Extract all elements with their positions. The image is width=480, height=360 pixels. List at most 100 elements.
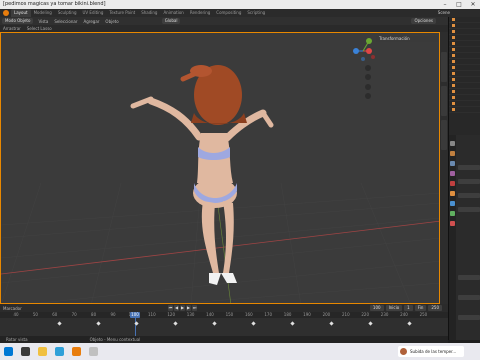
object-menu[interactable]: Objeto	[102, 19, 121, 24]
taskbar: Subida de las temper...	[0, 343, 480, 360]
status-bar: Rotar vista Objeto - Menu contextual	[0, 336, 448, 343]
property-field[interactable]	[458, 295, 480, 300]
x-axis-line	[1, 220, 439, 275]
tab-sculpting[interactable]: Sculpting	[55, 9, 80, 17]
data-icon[interactable]	[450, 211, 455, 216]
frame-tick-label: 200	[322, 312, 331, 317]
playhead-label[interactable]: 100	[130, 312, 140, 318]
orientation-dropdown[interactable]: Global	[161, 18, 181, 24]
object-icon	[452, 30, 455, 33]
keyframe-icon[interactable]	[212, 321, 217, 326]
app-icon[interactable]	[89, 347, 98, 356]
frame-tick-label: 130	[186, 312, 195, 317]
tab-texture-paint[interactable]: Texture Paint	[106, 9, 138, 17]
property-field[interactable]	[458, 179, 480, 184]
tab-rendering[interactable]: Rendering	[187, 9, 213, 17]
outliner-row[interactable]	[449, 107, 480, 113]
prev-key-icon[interactable]: ◀	[174, 305, 179, 311]
transform-panel-header[interactable]: Transformación	[376, 36, 438, 42]
edge-browser-icon[interactable]	[55, 347, 64, 356]
object-icon	[452, 66, 455, 69]
output-icon[interactable]	[450, 161, 455, 166]
maximize-icon[interactable]: □	[452, 0, 466, 9]
marker-menu[interactable]: Marcador	[0, 306, 25, 311]
modifier-icon[interactable]	[450, 201, 455, 206]
tool-settings-bar: Arrastrar Select Lasso	[0, 25, 448, 32]
frame-ruler[interactable]: 40 50 60 70 80 90 100 110 120 130 140 150 160 170 180 1…	[0, 312, 448, 318]
close-icon[interactable]: ✕	[466, 0, 480, 9]
search-icon[interactable]	[21, 347, 30, 356]
object-icon	[452, 90, 455, 93]
blender-taskbar-icon[interactable]	[72, 347, 81, 356]
keyframe-icon[interactable]	[368, 321, 373, 326]
tab-layout[interactable]: Layout	[11, 9, 31, 17]
keyframe-icon[interactable]	[290, 321, 295, 326]
frame-tick-label: 140	[206, 312, 214, 317]
jump-end-icon[interactable]: ⏭	[192, 305, 197, 311]
object-icon	[452, 84, 455, 87]
select-box-option[interactable]: Select Lasso	[24, 26, 55, 31]
tab-compositing[interactable]: Compositing	[213, 9, 244, 17]
scene-selector[interactable]: Scene	[438, 9, 450, 17]
frame-tick-label: 70	[71, 312, 77, 317]
tab-shading[interactable]: Shading	[138, 9, 160, 17]
avatar	[400, 348, 407, 355]
minimize-icon[interactable]: –	[438, 0, 452, 9]
render-icon[interactable]	[450, 151, 455, 156]
tool-icon[interactable]	[450, 141, 455, 146]
property-field[interactable]	[458, 275, 480, 280]
jump-start-icon[interactable]: ⏮	[168, 305, 173, 311]
tab-modeling[interactable]: Modeling	[31, 9, 55, 17]
notification-toast[interactable]: Subida de las temper...	[398, 346, 464, 357]
frame-range: 100 Inicio 1 Fin 250	[369, 305, 442, 311]
frame-tick-label: 40	[13, 312, 19, 317]
object-icon	[452, 60, 455, 63]
blender-logo-icon[interactable]	[3, 10, 9, 16]
object-icon	[452, 54, 455, 57]
object-icon	[452, 102, 455, 105]
keyframe-icon[interactable]	[329, 321, 334, 326]
property-field[interactable]	[458, 315, 480, 320]
options-dropdown[interactable]: Opciones	[411, 18, 436, 24]
grid-icon	[365, 93, 371, 99]
property-field[interactable]	[458, 193, 480, 198]
tab-item[interactable]	[441, 52, 447, 82]
properties-panel	[448, 135, 480, 340]
mode-dropdown[interactable]: Modo Objeto	[2, 18, 34, 24]
current-frame-field[interactable]: 100	[369, 305, 384, 311]
property-field[interactable]	[458, 165, 480, 170]
tab-scripting[interactable]: Scripting	[244, 9, 268, 17]
drag-label[interactable]: Arrastrar	[0, 26, 24, 31]
keyframe-icon[interactable]	[96, 321, 101, 326]
keyframe-icon[interactable]	[134, 321, 139, 326]
scene-icon[interactable]	[450, 171, 455, 176]
tab-tool[interactable]	[441, 86, 447, 116]
object-icon	[452, 36, 455, 39]
material-icon[interactable]	[450, 221, 455, 226]
3d-viewport[interactable]	[0, 32, 440, 304]
timeline-body[interactable]: 40 50 60 70 80 90 100 110 120 130 140 150 160 170 180 1…	[0, 312, 448, 336]
view-menu[interactable]: Vista	[35, 19, 51, 24]
keyframe-icon[interactable]	[57, 321, 62, 326]
keyframe-icon[interactable]	[407, 321, 412, 326]
windows-start-icon[interactable]	[4, 347, 13, 356]
object-icon	[452, 96, 455, 99]
add-menu[interactable]: Agregar	[80, 19, 102, 24]
object-icon[interactable]	[450, 191, 455, 196]
start-frame-field[interactable]: 1	[404, 305, 413, 311]
next-key-icon[interactable]: ▶	[186, 305, 191, 311]
end-frame-field[interactable]: 250	[428, 305, 442, 311]
frame-tick-label: 190	[303, 312, 311, 317]
world-icon[interactable]	[450, 181, 455, 186]
frame-tick-label: 120	[167, 312, 176, 317]
tab-view[interactable]	[441, 120, 447, 150]
tab-uv-editing[interactable]: UV Editing	[80, 9, 107, 17]
folder-icon[interactable]	[38, 347, 47, 356]
select-menu[interactable]: Seleccionar	[51, 19, 80, 24]
property-field[interactable]	[458, 207, 480, 212]
keyframe-icon[interactable]	[251, 321, 256, 326]
tab-animation[interactable]: Animation	[160, 9, 186, 17]
zoom-icon	[365, 65, 371, 71]
play-icon[interactable]: ▶	[180, 305, 185, 311]
keyframe-icon[interactable]	[173, 321, 178, 326]
